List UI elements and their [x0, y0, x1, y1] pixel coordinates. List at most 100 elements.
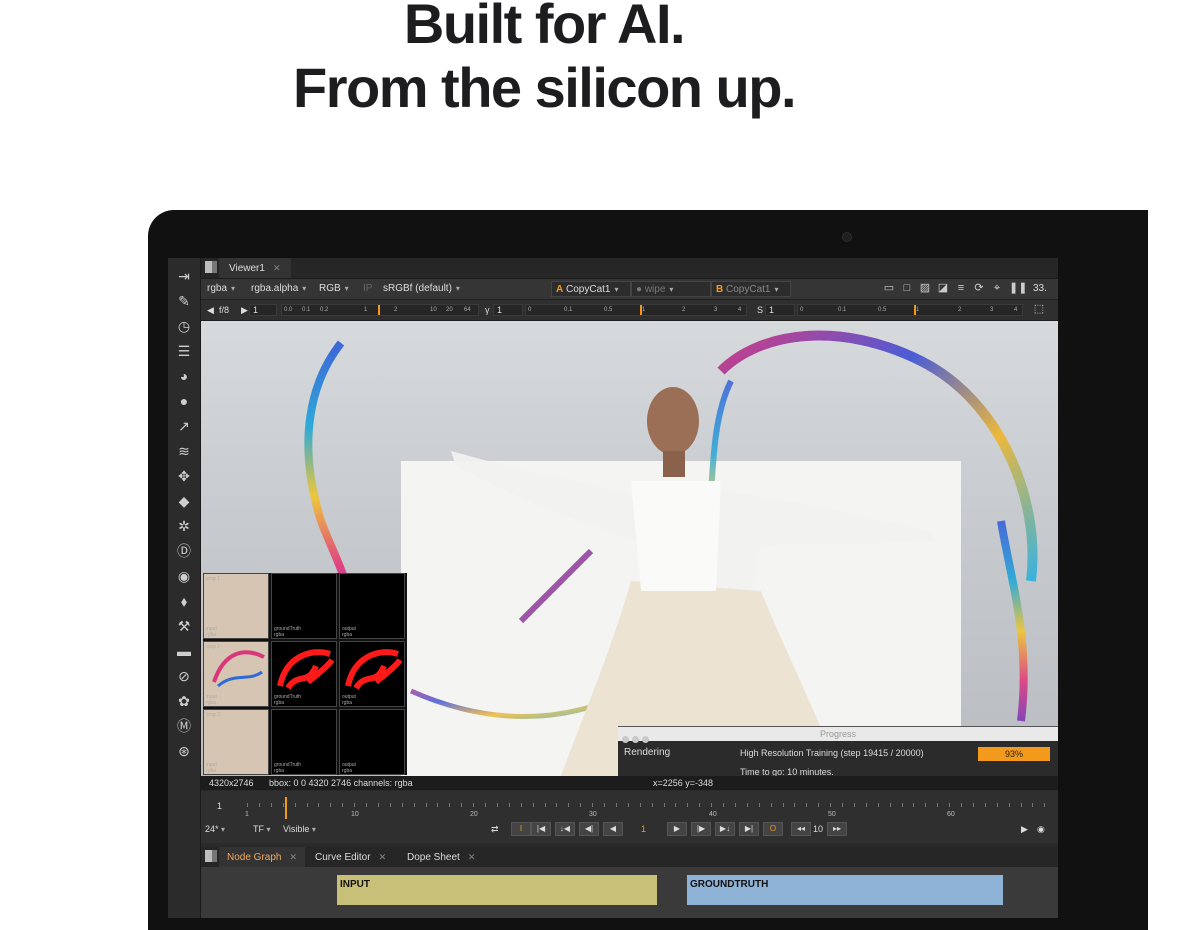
close-icon[interactable]: ✕	[273, 263, 281, 273]
gamma-field[interactable]: 1	[493, 304, 523, 316]
skip-back-icon[interactable]: ◂◂	[791, 822, 811, 836]
gain-tick: 10	[430, 307, 437, 313]
crop1-output-thumb[interactable]: output rgba	[339, 573, 405, 639]
skip-forward-icon[interactable]: ▸▸	[827, 822, 847, 836]
viewer-canvas[interactable]: crop 1 input rgba groundTruth rgba outpu…	[201, 321, 1058, 776]
timeline-tick	[556, 803, 558, 807]
play-back-icon[interactable]: ◀	[603, 822, 623, 836]
layers-icon[interactable]: ≋	[174, 441, 194, 461]
crop1-groundtruth-thumb[interactable]: groundTruth rgba	[271, 573, 337, 639]
a-input-dropdown[interactable]: A CopyCat1 ▾	[551, 281, 631, 297]
close-icon[interactable]: ✕	[379, 852, 387, 862]
gizmo-icon[interactable]: ⊘	[174, 666, 194, 686]
ip-button[interactable]: IP	[359, 281, 376, 297]
crop2-input-thumb[interactable]: crop 2 input rgba	[203, 641, 269, 707]
target-icon[interactable]: ⌖	[991, 282, 1003, 295]
groundtruth-node[interactable]: GROUNDTRUTH	[687, 875, 1003, 905]
wipe-dropdown[interactable]: ● wipe ▾	[631, 281, 711, 297]
display-dropdown[interactable]: RGB ▾	[315, 281, 353, 297]
loop-icon[interactable]: ⇄	[491, 821, 499, 837]
pane-menu-icon[interactable]	[205, 850, 217, 862]
view-icon[interactable]: ◉	[174, 566, 194, 586]
gain-slider[interactable]: 0.0 0.1 0.2 1 2 10 20 64	[281, 304, 479, 316]
chevron-down-icon: ▾	[614, 285, 619, 294]
meta-icon[interactable]: ▬	[174, 641, 194, 661]
crop3-output-thumb[interactable]: output rgba	[339, 709, 405, 775]
next-key-icon[interactable]: ▶↓	[715, 822, 735, 836]
close-icon[interactable]: ✕	[289, 852, 297, 862]
crop3-input-thumb[interactable]: crop 3 input rgba	[203, 709, 269, 775]
lines-icon[interactable]: ≡	[955, 282, 967, 295]
saturation-field[interactable]: 1	[765, 304, 795, 316]
clip-icon[interactable]: ◪	[937, 282, 949, 295]
channels-dropdown[interactable]: rgba ▾	[203, 281, 239, 297]
visible-dropdown[interactable]: Visible ▾	[283, 821, 316, 837]
crop1-input-thumb[interactable]: crop 1 input rgba	[203, 573, 269, 639]
in-point-button[interactable]: I	[511, 822, 531, 836]
step-value[interactable]: 10	[813, 821, 823, 837]
fstop-value[interactable]: f/8	[215, 302, 233, 318]
particle-icon[interactable]: ✲	[174, 516, 194, 536]
wrench-icon[interactable]: ⚒	[174, 616, 194, 636]
step-back-icon[interactable]: ◀|	[579, 822, 599, 836]
first-frame-icon[interactable]: |◀	[531, 822, 551, 836]
overlay-icon[interactable]: ▨	[919, 282, 931, 295]
playhead[interactable]	[285, 797, 287, 819]
last-frame-icon[interactable]: ▶|	[739, 822, 759, 836]
flipbook-icon[interactable]: ▶	[1021, 821, 1028, 837]
refresh-icon[interactable]: ⟳	[973, 282, 985, 295]
channel-icon[interactable]: ☰	[174, 341, 194, 361]
pen-icon[interactable]: ✎	[174, 291, 194, 311]
fps-dropdown[interactable]: 24* ▾	[205, 821, 225, 837]
frame-icon[interactable]: □	[901, 282, 913, 295]
crop2-groundtruth-thumb[interactable]: groundTruth rgba	[271, 641, 337, 707]
layer-dropdown[interactable]: rgba.alpha ▾	[247, 281, 310, 297]
sphere-icon[interactable]: ●	[174, 391, 194, 411]
transform-icon[interactable]: ✥	[174, 466, 194, 486]
other-icon[interactable]: Ⓜ	[174, 716, 194, 736]
tab-viewer1[interactable]: Viewer1 ✕	[219, 258, 291, 278]
close-icon[interactable]: ✕	[468, 852, 476, 862]
input-node[interactable]: INPUT	[337, 875, 657, 905]
color-icon[interactable]: ◕	[174, 366, 194, 386]
tab-node-graph[interactable]: Node Graph ✕	[219, 847, 306, 867]
close-window-icon[interactable]	[622, 736, 629, 743]
node-graph-canvas[interactable]: INPUT GROUNDTRUTH	[201, 867, 1058, 918]
gamma-slider[interactable]: 0 0.1 0.5 1 2 3 4	[525, 304, 747, 316]
deep-icon[interactable]: Ⓓ	[174, 541, 194, 561]
play-forward-icon[interactable]: ▶	[667, 822, 687, 836]
b-input-dropdown[interactable]: B CopyCat1 ▾	[711, 281, 791, 297]
roi-icon[interactable]: ▭	[883, 282, 895, 295]
tf-dropdown[interactable]: TF ▾	[253, 821, 271, 837]
start-frame[interactable]: 1	[217, 801, 222, 811]
filter-icon[interactable]: ↗	[174, 416, 194, 436]
pane-menu-icon[interactable]	[205, 261, 217, 273]
gamma-tick: 3	[714, 307, 718, 313]
cube-icon[interactable]: ◆	[174, 491, 194, 511]
out-point-button[interactable]: O	[763, 822, 783, 836]
prev-key-icon[interactable]: ↓◀	[555, 822, 575, 836]
step-forward-icon[interactable]: |▶	[691, 822, 711, 836]
settings-icon[interactable]: ⊛	[174, 741, 194, 761]
tab-curve-editor[interactable]: Curve Editor ✕	[307, 847, 394, 867]
timeline-ruler[interactable]: 1 10 20 30 40 50 60	[241, 797, 1058, 819]
timeline-tick	[651, 803, 653, 807]
saturation-marker	[914, 305, 916, 315]
crop2-output-thumb[interactable]: output rgba	[339, 641, 405, 707]
toggle-panel-icon[interactable]: ⇥	[174, 266, 194, 286]
record-icon[interactable]: ◉	[1037, 821, 1045, 837]
zoom-window-icon[interactable]	[642, 736, 649, 743]
tab-dope-sheet[interactable]: Dope Sheet ✕	[399, 847, 483, 867]
minimize-window-icon[interactable]	[632, 736, 639, 743]
roi-select-icon[interactable]: ⬚	[1033, 303, 1045, 316]
plugin-icon[interactable]: ✿	[174, 691, 194, 711]
zoom-value[interactable]: 33.	[1029, 281, 1051, 297]
tag-icon[interactable]: ⬧	[174, 591, 194, 611]
pause-icon[interactable]: ❚❚	[1009, 282, 1027, 295]
crop3-groundtruth-thumb[interactable]: groundTruth rgba	[271, 709, 337, 775]
gain-field[interactable]: 1	[249, 304, 277, 316]
time-icon[interactable]: ◷	[174, 316, 194, 336]
current-frame[interactable]: 1	[641, 821, 646, 837]
colorspace-dropdown[interactable]: sRGBf (default) ▾	[379, 281, 464, 297]
saturation-slider[interactable]: 0 0.1 0.5 1 2 3 4	[797, 304, 1023, 316]
